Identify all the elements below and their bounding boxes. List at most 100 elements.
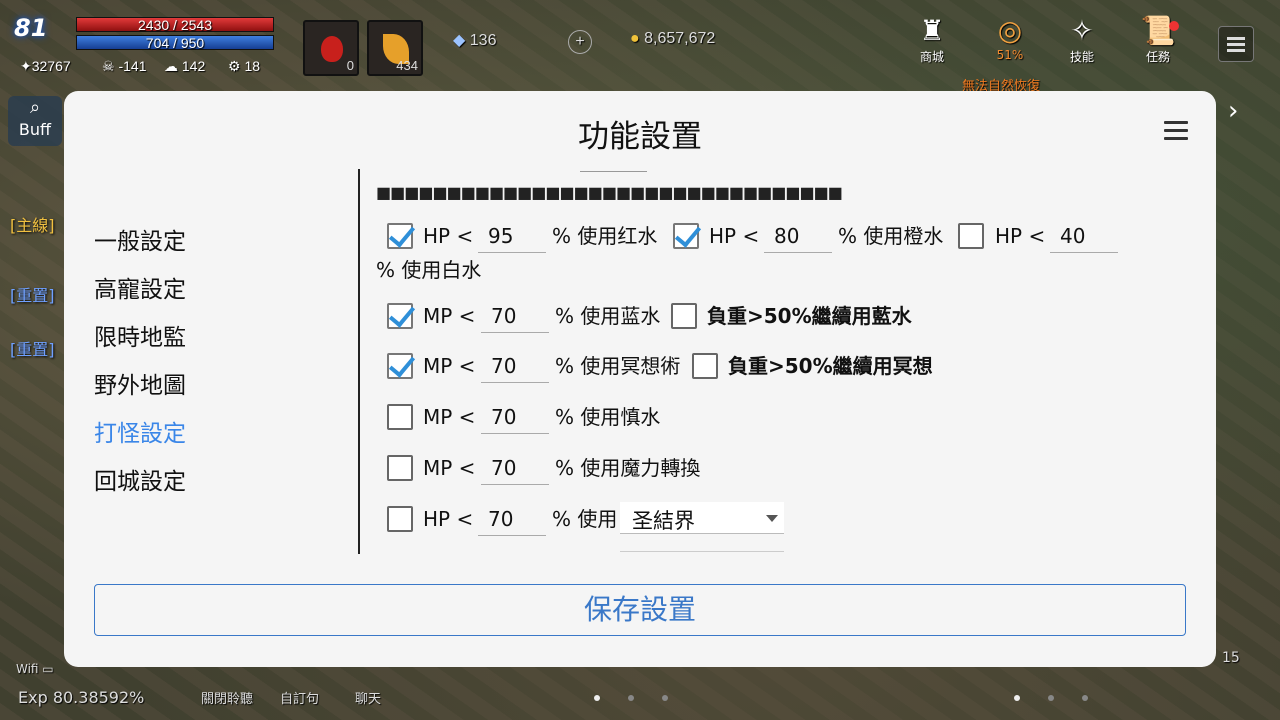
mp-bar: 704 / 950 — [76, 35, 274, 50]
skill-button[interactable]: ✧ 技能 — [1056, 14, 1108, 65]
custom-phrase-button[interactable]: 自訂句 — [280, 688, 319, 707]
mp-blue-action: % 使用蓝水 — [555, 304, 661, 328]
mp-meditate-threshold[interactable] — [481, 349, 549, 383]
red-potion-icon — [321, 36, 343, 62]
mp-meditate-row: MP < % 使用冥想術 負重>50%繼續用冥想 — [360, 343, 1190, 383]
mp-convert-threshold[interactable] — [481, 451, 549, 485]
side-quest-reset-1[interactable]: [重置] — [10, 282, 55, 306]
player-level: 81 — [14, 14, 48, 42]
skill-select-value: 圣結界 — [632, 509, 695, 533]
chevron-down-icon — [766, 515, 778, 522]
hp-skill-label: HP < — [423, 507, 474, 531]
mp-convert-action: % 使用魔力轉換 — [555, 456, 701, 480]
hp-white-label: HP < — [995, 224, 1046, 248]
mute-chat-button[interactable]: 關閉聆聽 — [201, 688, 253, 707]
modal-menu-button[interactable] — [1164, 121, 1188, 141]
page-dot — [1048, 695, 1054, 701]
nav-general[interactable]: 一般設定 — [94, 221, 186, 269]
hp-red-action: % 使用红水 — [552, 224, 658, 248]
next-select-edge — [620, 551, 784, 553]
page-dot-active — [1014, 695, 1020, 701]
skill-select[interactable]: 圣結界 — [620, 502, 784, 534]
mp-value: 704 / 950 — [145, 35, 205, 51]
modal-title: 功能設置 — [578, 119, 702, 155]
hamburger-icon — [1227, 37, 1245, 40]
hp-potion-row: HP < % 使用红水 HP < % 使用橙水 HP < — [360, 213, 1190, 253]
main-menu-button[interactable] — [1218, 26, 1254, 62]
quest-scroll-icon: 📜 — [1140, 14, 1176, 47]
hp-value: 2430 / 2543 — [138, 17, 212, 33]
diamond-counter: ◆ 136 — [453, 32, 497, 49]
page-dot — [628, 695, 634, 701]
hp-red-checkbox[interactable] — [387, 223, 413, 249]
mp-meditate-action: % 使用冥想術 — [555, 354, 681, 378]
nav-timed-dungeon[interactable]: 限時地監 — [94, 317, 186, 365]
hp-skill-row: HP < % 使用 圣結界 — [360, 496, 1190, 536]
page-dot-active — [594, 695, 600, 701]
item-slot-leaf[interactable]: 434 — [367, 20, 423, 76]
mp-meditate-overweight-label: 負重>50%繼續用冥想 — [728, 354, 933, 378]
mp-blue-label: MP < — [423, 304, 476, 328]
nav-pet[interactable]: 高寵設定 — [94, 269, 186, 317]
stat-weight: ⚙ 18 — [228, 58, 261, 74]
hp-white-action: % 使用白水 — [376, 258, 482, 282]
bottom-hud: Wifi ▭ Exp 80.38592% 關閉聆聽 自訂句 聊天 15 — [0, 650, 1280, 720]
diamond-icon: ◆ — [453, 32, 466, 49]
settings-nav: 一般設定 高寵設定 限時地監 野外地圖 打怪設定 回城設定 — [94, 221, 186, 509]
quest-notification-dot — [1169, 21, 1179, 31]
mp-meditate-checkbox[interactable] — [387, 353, 413, 379]
hp-skill-action: % 使用 — [552, 507, 618, 531]
nav-field-map[interactable]: 野外地圖 — [94, 365, 186, 413]
mp-careful-threshold[interactable] — [481, 400, 549, 434]
next-arrow-button[interactable]: › — [1228, 96, 1238, 126]
gold-coin-icon: ● — [630, 30, 640, 47]
mp-convert-checkbox[interactable] — [387, 455, 413, 481]
skill-icon: ✧ — [1070, 14, 1094, 47]
mp-blue-checkbox[interactable] — [387, 303, 413, 329]
search-icon: ⌕ — [29, 97, 41, 118]
mp-meditate-overweight-checkbox[interactable] — [692, 353, 718, 379]
mp-careful-row: MP < % 使用慎水 — [360, 394, 1190, 434]
hp-orange-action: % 使用橙水 — [838, 224, 944, 248]
wifi-icon: Wifi ▭ — [16, 662, 54, 676]
scroll-stub — [580, 171, 647, 172]
top-hud: 81 2430 / 2543 704 / 950 ✦32767 ☠ -141 ☁… — [0, 0, 1280, 94]
stat-lawful: ☠ -141 — [102, 58, 147, 74]
hp-bar: 2430 / 2543 — [76, 17, 274, 32]
hp-skill-checkbox[interactable] — [387, 506, 413, 532]
shop-bag-icon: ♜ — [919, 14, 945, 47]
side-quest-reset-2[interactable]: [重置] — [10, 336, 55, 360]
section-separator: ■■■■■■■■■■■■■■■■■■■■■■■■■■■■■■■■■ — [376, 183, 843, 202]
hp-orange-checkbox[interactable] — [673, 223, 699, 249]
mp-blue-row: MP < % 使用蓝水 負重>50%繼續用藍水 — [360, 293, 1190, 333]
save-button[interactable]: 保存設置 — [94, 584, 1186, 636]
nav-combat[interactable]: 打怪設定 — [94, 413, 186, 461]
auto-recover-button[interactable]: ◎ 51% — [982, 14, 1038, 62]
side-quest-main[interactable]: [主線] — [10, 212, 55, 236]
mp-careful-checkbox[interactable] — [387, 404, 413, 430]
mp-blue-threshold[interactable] — [481, 299, 549, 333]
hp-orange-threshold[interactable] — [764, 219, 832, 253]
nav-return-town[interactable]: 回城設定 — [94, 461, 186, 509]
gold-counter: ● 8,657,672 — [630, 30, 716, 47]
stat-defense: ☁ 142 — [164, 58, 206, 74]
hp-white-threshold[interactable] — [1050, 219, 1118, 253]
item-slot-potion[interactable]: 0 — [303, 20, 359, 76]
mp-careful-action: % 使用慎水 — [555, 405, 661, 429]
page-dot — [662, 695, 668, 701]
hp-white-checkbox[interactable] — [958, 223, 984, 249]
mp-convert-label: MP < — [423, 456, 476, 480]
hp-red-threshold[interactable] — [478, 219, 546, 253]
add-currency-button[interactable]: + — [568, 30, 592, 54]
stat-power: ✦32767 — [20, 58, 71, 74]
right-slot-count: 15 — [1222, 650, 1240, 666]
auto-recover-icon: ◎ — [997, 14, 1023, 47]
chat-button[interactable]: 聊天 — [355, 688, 381, 707]
exp-text: Exp 80.38592% — [18, 688, 145, 707]
mp-convert-row: MP < % 使用魔力轉換 — [360, 445, 1190, 485]
hp-red-label: HP < — [423, 224, 474, 248]
hp-skill-threshold[interactable] — [478, 502, 546, 536]
buff-button[interactable]: ⌕ Buff — [8, 96, 62, 146]
shop-button[interactable]: ♜ 商城 — [906, 14, 958, 65]
mp-blue-overweight-checkbox[interactable] — [671, 303, 697, 329]
